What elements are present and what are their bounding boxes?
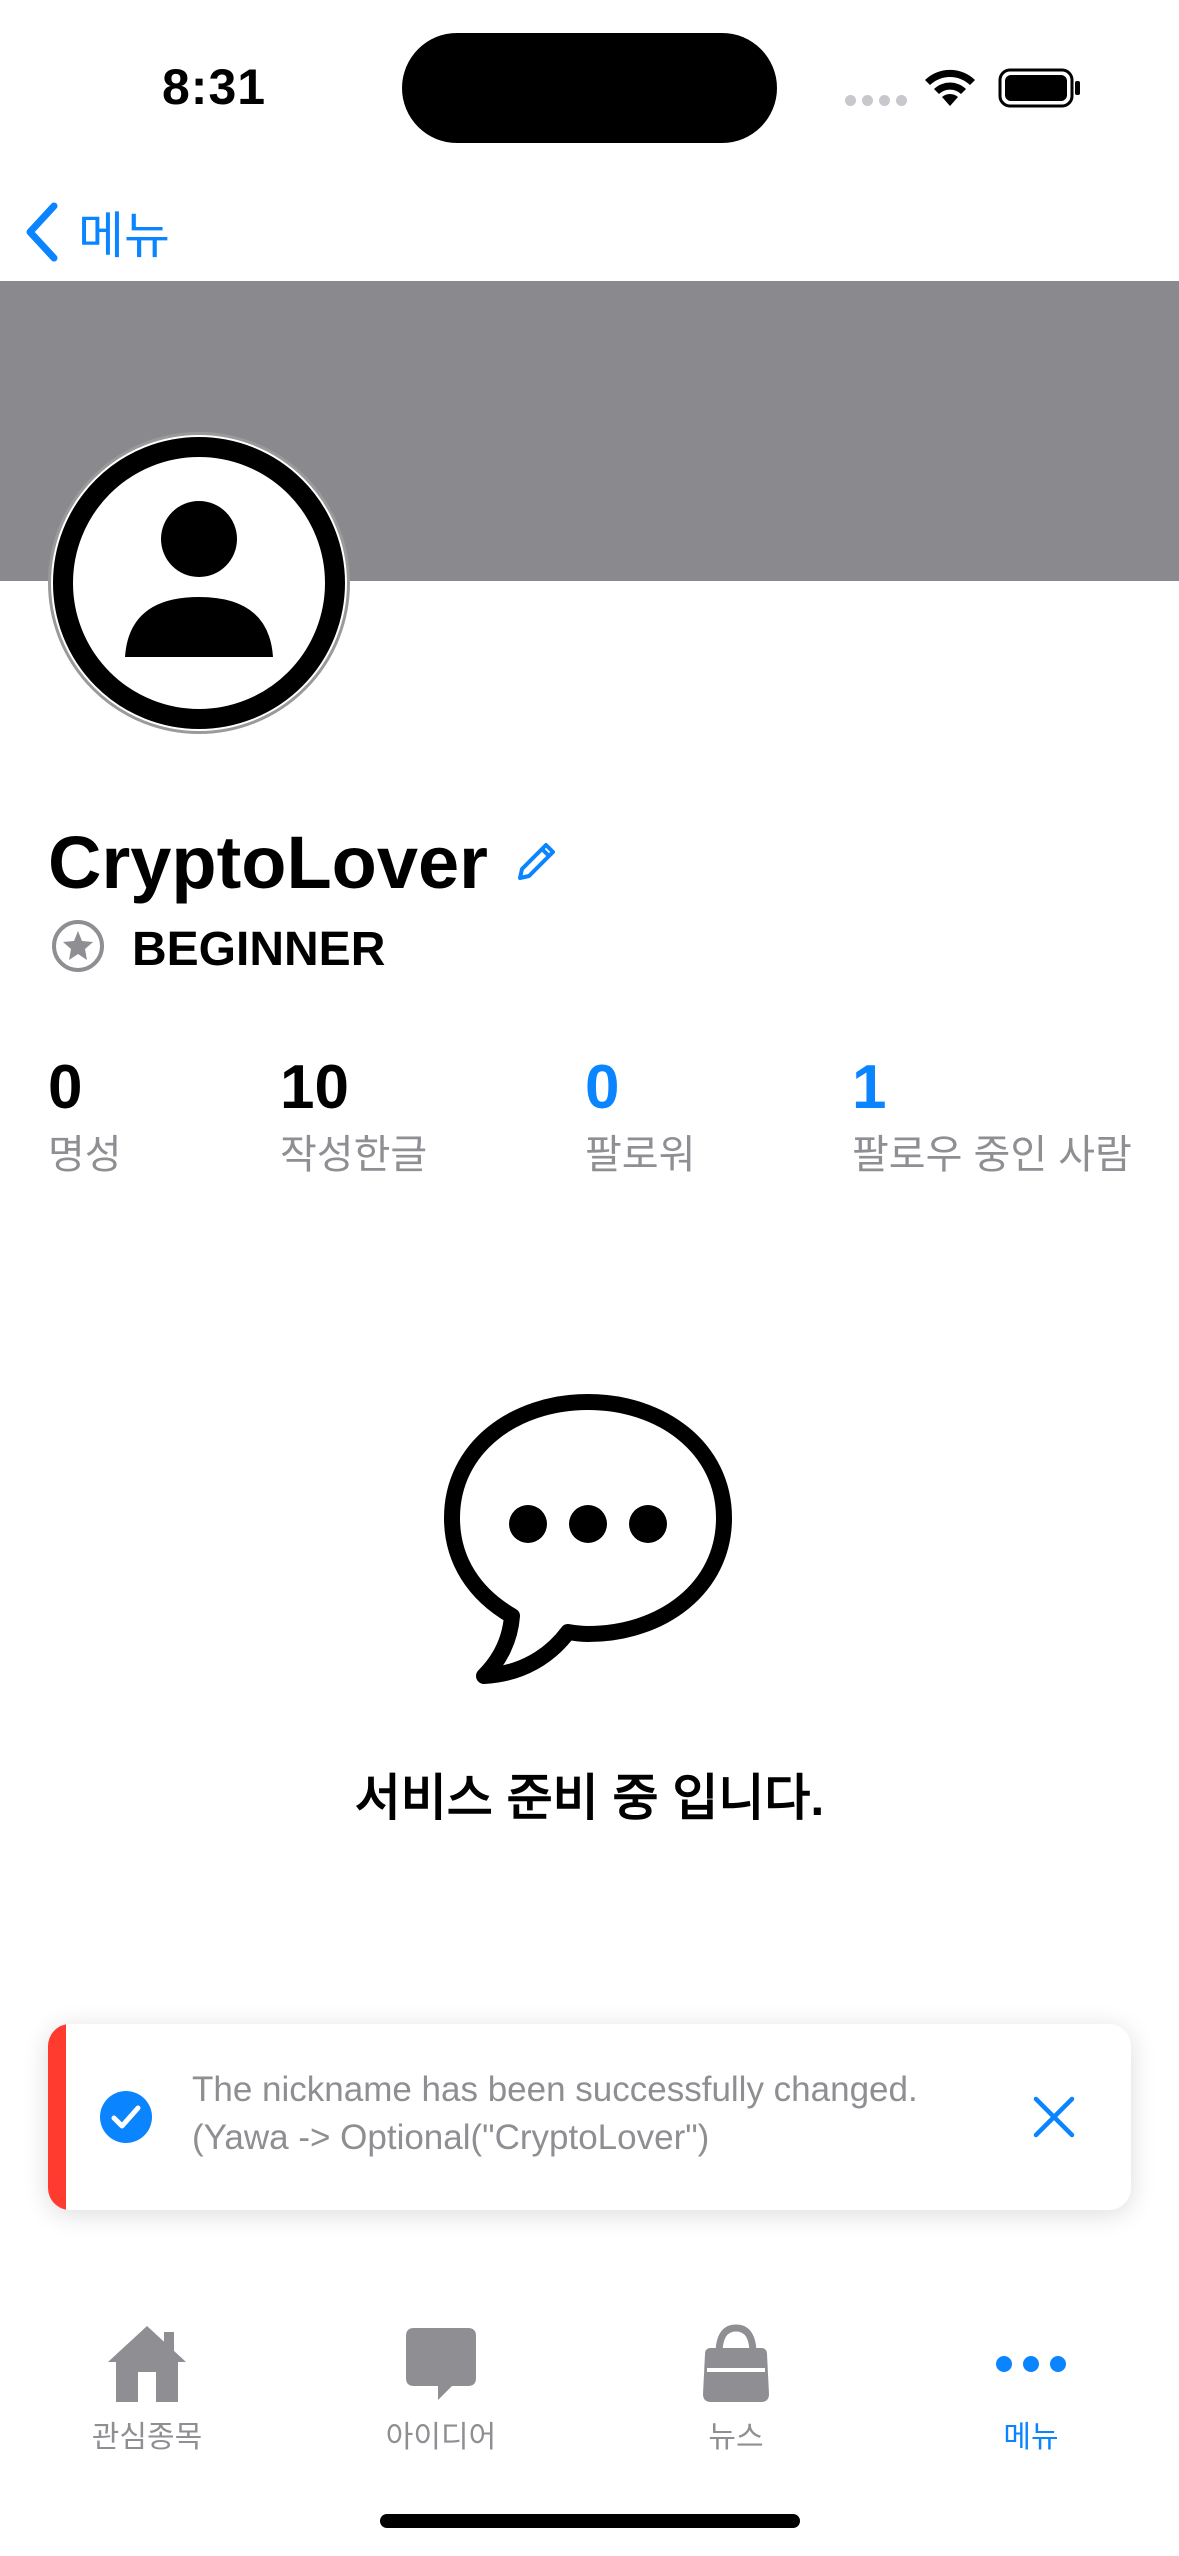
checkmark-circle-icon (100, 2091, 152, 2143)
empty-state-message: 서비스 준비 중 입니다. (354, 1770, 825, 1826)
stat-followers[interactable]: 0 팔로워 (585, 1050, 695, 1182)
person-icon (53, 437, 345, 729)
star-circle-icon (52, 920, 104, 972)
ellipsis-icon (996, 2356, 1066, 2372)
tab-news[interactable]: 뉴스 (636, 2318, 836, 2456)
close-icon[interactable] (1031, 2094, 1077, 2140)
toast-notification: The nickname has been successfully chang… (48, 2024, 1131, 2210)
stat-label: 팔로워 (585, 1133, 696, 1177)
stat-value: 1 (852, 1053, 887, 1122)
cellular-signal-icon (845, 95, 907, 106)
stat-reputation: 0 명성 (48, 1050, 122, 1182)
tab-ideas[interactable]: 아이디어 (341, 2318, 541, 2456)
stat-following[interactable]: 1 팔로우 중인 사람 (852, 1050, 1132, 1182)
battery-icon (998, 68, 1080, 108)
tab-label: 메뉴 (1003, 2421, 1059, 2454)
status-time: 8:31 (162, 59, 267, 115)
stat-label: 팔로우 중인 사람 (852, 1133, 1132, 1177)
wifi-icon (925, 69, 975, 106)
stat-value: 10 (280, 1053, 349, 1122)
bag-icon (703, 2324, 769, 2402)
chat-bubble-icon (444, 1394, 732, 1684)
stat-posts: 10 작성한글 (280, 1050, 427, 1182)
pencil-icon[interactable] (512, 838, 560, 886)
back-button-label: 메뉴 (78, 208, 170, 264)
avatar[interactable] (48, 432, 350, 734)
tab-menu[interactable]: 메뉴 (931, 2318, 1131, 2456)
house-icon (108, 2326, 186, 2402)
toast-message: The nickname has been successfully chang… (192, 2070, 918, 2157)
back-button[interactable]: 메뉴 (24, 196, 170, 268)
tab-label: 아이디어 (385, 2421, 497, 2454)
tab-label: 뉴스 (708, 2421, 764, 2454)
chat-bubble-icon (406, 2328, 476, 2400)
nickname: CryptoLover (48, 821, 488, 904)
stat-value: 0 (585, 1053, 620, 1122)
toast-accent-bar (48, 2024, 66, 2210)
tab-watchlist[interactable]: 관심종목 (47, 2318, 247, 2456)
stat-label: 명성 (48, 1133, 122, 1177)
stat-value: 0 (48, 1053, 83, 1122)
stat-label: 작성한글 (280, 1133, 428, 1177)
dynamic-island (402, 33, 777, 143)
tab-label: 관심종목 (91, 2421, 203, 2454)
user-level: BEGINNER (132, 923, 386, 976)
home-indicator[interactable] (380, 2514, 800, 2528)
chevron-left-icon (26, 202, 58, 262)
